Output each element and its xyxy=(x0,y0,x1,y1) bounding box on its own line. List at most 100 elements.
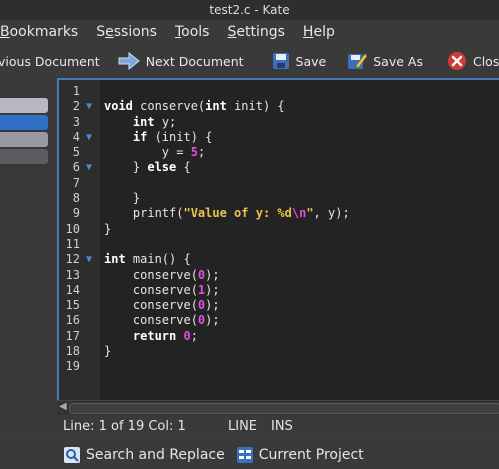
line-text: conserve(0); xyxy=(104,298,220,313)
window-title: test2.c - Kate xyxy=(0,0,499,20)
code-line[interactable]: 8 } xyxy=(59,191,499,206)
search-and-replace-label: Search and Replace xyxy=(86,446,225,463)
main-toolbar: vious Document Next Document Save Save A… xyxy=(0,44,499,78)
document-list-item[interactable] xyxy=(0,98,48,113)
current-project-label: Current Project xyxy=(258,446,364,463)
line-text: int main() { xyxy=(104,252,191,267)
line-number: 1 xyxy=(72,84,80,98)
line-number: 7 xyxy=(72,175,80,190)
tool-view-bar: Search and Replace Current Project xyxy=(0,440,499,469)
save-label: Save xyxy=(295,53,327,69)
code-editor[interactable]: 1 2 ▼ void conserve(int init) {3 int y; 4 ▼ i… xyxy=(57,78,499,404)
document-list-item-active[interactable] xyxy=(0,115,48,130)
line-number: 13 xyxy=(65,267,80,282)
scroll-left-icon[interactable]: ◀ xyxy=(59,401,67,412)
insert-mode[interactable]: INS xyxy=(271,415,293,439)
line-number: 3 xyxy=(72,114,80,129)
code-line[interactable]: 7 xyxy=(59,176,499,191)
horizontal-scrollbar[interactable]: ◀ xyxy=(57,400,499,415)
line-number: 17 xyxy=(65,328,80,343)
line-text: if (init) { xyxy=(132,129,213,144)
line-number: 15 xyxy=(65,298,80,313)
line-number: 5 xyxy=(72,145,80,160)
code-line[interactable]: 11 xyxy=(59,237,499,252)
line-text: conserve(0); xyxy=(104,313,220,328)
document-list-item[interactable] xyxy=(0,149,48,164)
code-line[interactable]: 12 ▼ int main() { xyxy=(59,252,499,267)
previous-document-button[interactable]: vious Document xyxy=(0,44,100,78)
menu-bar: Bookmarks Sessions Tools Settings Help xyxy=(0,20,499,44)
line-text: } xyxy=(104,344,112,359)
menu-sessions[interactable]: Sessions xyxy=(87,24,166,40)
line-text: conserve(1); xyxy=(104,282,220,297)
menu-tools[interactable]: Tools xyxy=(166,24,219,40)
code-line[interactable]: 17 return 0; xyxy=(59,329,499,344)
line-number: 8 xyxy=(72,191,80,206)
floppy-disk-icon xyxy=(272,52,290,70)
line-number: 14 xyxy=(65,282,80,297)
code-line[interactable]: 18} xyxy=(59,344,499,359)
line-text: conserve(0); xyxy=(104,267,220,282)
line-number: 16 xyxy=(65,313,80,328)
save-button[interactable]: Save xyxy=(272,44,327,78)
previous-document-label: vious Document xyxy=(0,53,100,69)
search-and-replace-button[interactable]: Search and Replace xyxy=(64,446,225,463)
fold-toggle-icon[interactable]: ▼ xyxy=(86,252,92,267)
line-number: 6 xyxy=(72,160,80,175)
line-text: } xyxy=(104,221,112,236)
selection-mode[interactable]: LINE xyxy=(228,415,257,439)
code-line[interactable]: 2 ▼ void conserve(int init) { xyxy=(59,99,499,114)
line-text: } xyxy=(104,191,141,206)
save-as-label: Save As xyxy=(373,53,423,69)
line-text: printf("Value of y: %d\n", y); xyxy=(104,206,350,221)
search-icon xyxy=(64,446,80,463)
current-project-button[interactable]: Current Project xyxy=(236,446,364,463)
line-number: 18 xyxy=(65,344,80,359)
line-number: 19 xyxy=(65,359,80,374)
document-list-item[interactable] xyxy=(0,132,48,147)
line-number: 4 xyxy=(72,129,80,144)
line-number: 11 xyxy=(65,236,80,251)
next-document-button[interactable]: Next Document xyxy=(118,44,244,78)
cursor-position: Line: 1 of 19 Col: 1 xyxy=(63,419,186,434)
code-lines: 1 2 ▼ void conserve(int init) {3 int y; 4 ▼ i… xyxy=(59,84,499,375)
status-bar: Line: 1 of 19 Col: 1 LINE INS xyxy=(0,415,499,439)
code-line[interactable]: 13 conserve(0); xyxy=(59,268,499,283)
line-text: int y; xyxy=(132,114,177,129)
code-line[interactable]: 19 xyxy=(59,359,499,374)
close-button[interactable]: Clos xyxy=(447,44,499,78)
code-line[interactable]: 9 printf("Value of y: %d\n", y); xyxy=(59,206,499,221)
menu-help[interactable]: Help xyxy=(294,24,344,40)
line-text: } else { xyxy=(104,160,191,175)
code-line[interactable]: 4 ▼ if (init) { xyxy=(59,130,499,145)
line-number: 9 xyxy=(72,206,80,221)
document-list-panel xyxy=(0,78,55,418)
close-icon xyxy=(447,51,467,71)
scrollbar-thumb[interactable] xyxy=(69,403,499,414)
project-icon xyxy=(236,446,253,463)
line-text: void conserve(int init) { xyxy=(104,99,285,114)
save-as-icon xyxy=(347,51,368,71)
code-line[interactable]: 10} xyxy=(59,222,499,237)
line-text: return 0; xyxy=(132,328,198,343)
code-line[interactable]: 1 xyxy=(59,84,499,99)
fold-toggle-icon[interactable]: ▼ xyxy=(86,130,92,145)
close-label: Clos xyxy=(472,53,499,69)
arrow-right-icon xyxy=(118,52,140,70)
menu-bookmarks[interactable]: Bookmarks xyxy=(0,24,87,40)
code-line[interactable]: 15 conserve(0); xyxy=(59,298,499,313)
menu-settings[interactable]: Settings xyxy=(218,24,293,40)
code-line[interactable]: 14 conserve(1); xyxy=(59,283,499,298)
code-line[interactable]: 3 int y; xyxy=(59,115,499,130)
line-number: 12 xyxy=(65,252,80,267)
line-number: 10 xyxy=(65,221,80,236)
code-line[interactable]: 5 y = 5; xyxy=(59,145,499,160)
line-number: 2 xyxy=(72,99,80,114)
code-line[interactable]: 16 conserve(0); xyxy=(59,313,499,328)
next-document-label: Next Document xyxy=(145,53,244,69)
save-as-button[interactable]: Save As xyxy=(347,44,423,78)
line-text: y = 5; xyxy=(104,145,206,160)
fold-toggle-icon[interactable]: ▼ xyxy=(86,99,92,114)
fold-toggle-icon[interactable]: ▼ xyxy=(86,160,92,175)
code-line[interactable]: 6 ▼ } else { xyxy=(59,160,499,175)
